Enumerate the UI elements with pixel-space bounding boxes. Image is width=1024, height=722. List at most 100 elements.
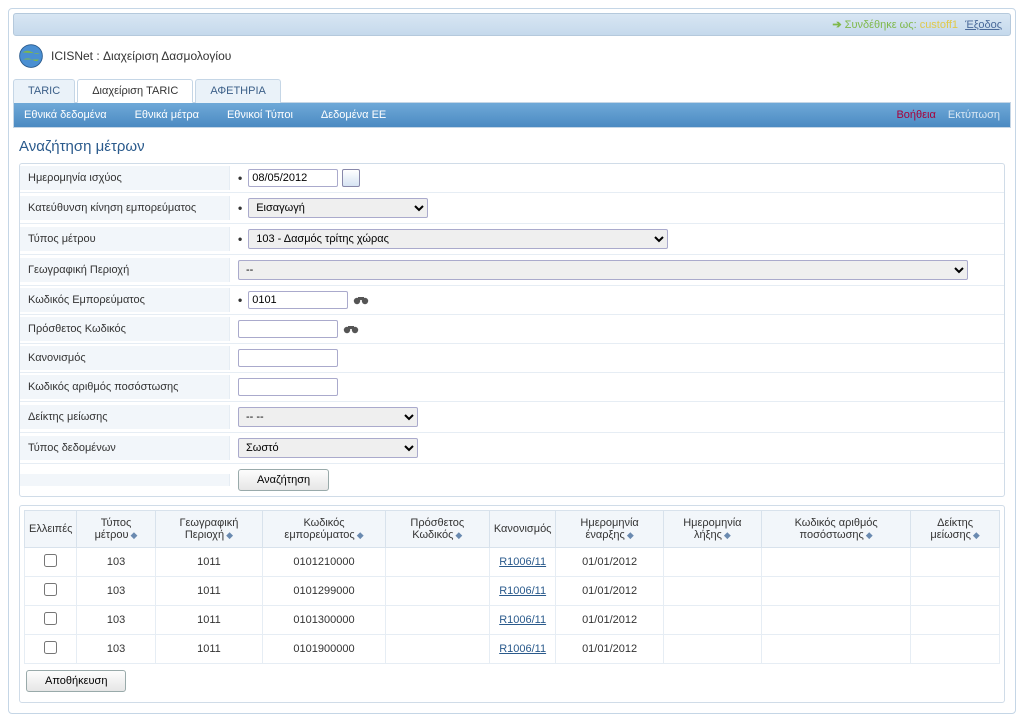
row-search-btn: Αναζήτηση xyxy=(20,464,1004,496)
row-quota-number: Κωδικός αριθμός ποσόστωσης xyxy=(20,373,1004,402)
sort-icon: ◆ xyxy=(357,530,364,540)
sort-icon: ◆ xyxy=(131,530,138,540)
menu-bar: Εθνικά δεδομένα Εθνικά μέτρα Εθνικοί Τύπ… xyxy=(13,103,1011,128)
row-checkbox[interactable] xyxy=(44,583,57,596)
menu-national-types[interactable]: Εθνικοί Τύποι xyxy=(227,109,293,121)
app-frame: ➔ Συνδέθηκε ως: custoff1 Έξοδος ICISNet … xyxy=(8,8,1016,714)
commodity-code-input[interactable] xyxy=(248,291,348,309)
page-title: Αναζήτηση μέτρων xyxy=(13,128,1011,163)
sort-icon: ◆ xyxy=(973,530,980,540)
topbar: ➔ Συνδέθηκε ως: custoff1 Έξοδος xyxy=(13,13,1011,36)
regulation-link[interactable]: R1006/11 xyxy=(499,556,546,568)
cell-measure-type: 103 xyxy=(77,548,155,577)
label-quota-number: Κωδικός αριθμός ποσόστωσης xyxy=(20,375,230,399)
label-additional-code: Πρόσθετος Κωδικός xyxy=(20,317,230,341)
search-button[interactable]: Αναζήτηση xyxy=(238,469,329,491)
col-additional-code[interactable]: Πρόσθετος Κωδικός◆ xyxy=(385,511,489,548)
col-geo-area[interactable]: Γεωγραφική Περιοχή◆ xyxy=(155,511,263,548)
label-measure-type: Τύπος μέτρου xyxy=(20,227,230,251)
row-geo-area: Γεωγραφική Περιοχή -- xyxy=(20,255,1004,286)
table-row: 10310110101210000R1006/1101/01/2012 xyxy=(25,548,1000,577)
cell-end-date xyxy=(663,635,761,664)
row-measure-type: Τύπος μέτρου • 103 - Δασμός τρίτης χώρας xyxy=(20,224,1004,255)
additional-code-input[interactable] xyxy=(238,320,338,338)
label-commodity-code: Κωδικός Εμπορεύματος xyxy=(20,288,230,312)
tab-departure[interactable]: ΑΦΕΤΗΡΙΑ xyxy=(195,79,281,103)
sort-icon: ◆ xyxy=(226,530,233,540)
cell-additional-code xyxy=(385,548,489,577)
validity-date-input[interactable] xyxy=(248,169,338,187)
col-missing[interactable]: Ελλειπές xyxy=(25,511,77,548)
required-mark-icon: • xyxy=(238,232,242,246)
cell-additional-code xyxy=(385,635,489,664)
tab-taric[interactable]: TARIC xyxy=(13,79,75,103)
cell-quota-number xyxy=(762,577,911,606)
measure-type-select[interactable]: 103 - Δασμός τρίτης χώρας xyxy=(248,229,668,249)
cell-measure-type: 103 xyxy=(77,606,155,635)
login-arrow-icon: ➔ xyxy=(832,19,841,31)
menu-help[interactable]: Βοήθεια xyxy=(896,109,935,121)
cell-end-date xyxy=(663,606,761,635)
cell-reduction xyxy=(911,577,1000,606)
table-row: 10310110101300000R1006/1101/01/2012 xyxy=(25,606,1000,635)
col-reduction[interactable]: Δείκτης μείωσης◆ xyxy=(911,511,1000,548)
cell-quota-number xyxy=(762,548,911,577)
row-checkbox[interactable] xyxy=(44,641,57,654)
row-checkbox[interactable] xyxy=(44,554,57,567)
cell-start-date: 01/01/2012 xyxy=(556,577,663,606)
binoculars-icon[interactable] xyxy=(342,321,360,337)
col-start-date[interactable]: Ημερομηνία έναρξης◆ xyxy=(556,511,663,548)
sort-icon: ◆ xyxy=(455,530,462,540)
reduction-select[interactable]: -- -- xyxy=(238,407,418,427)
sort-icon: ◆ xyxy=(627,530,634,540)
col-regulation[interactable]: Κανονισμός xyxy=(489,511,556,548)
col-measure-type[interactable]: Τύπος μέτρου◆ xyxy=(77,511,155,548)
label-reduction: Δείκτης μείωσης xyxy=(20,405,230,429)
menu-national-data[interactable]: Εθνικά δεδομένα xyxy=(24,109,107,121)
cell-quota-number xyxy=(762,635,911,664)
cell-start-date: 01/01/2012 xyxy=(556,635,663,664)
required-mark-icon: • xyxy=(238,201,242,215)
quota-number-input[interactable] xyxy=(238,378,338,396)
calendar-icon[interactable] xyxy=(342,169,360,187)
row-movement-direction: Κατεύθυνση κίνηση εμπορεύματος • Εισαγωγ… xyxy=(20,193,1004,224)
cell-geo-area: 1011 xyxy=(155,606,263,635)
logout-link[interactable]: Έξοδος xyxy=(965,19,1002,31)
cell-commodity-code: 0101900000 xyxy=(263,635,386,664)
globe-icon xyxy=(17,42,45,70)
binoculars-icon[interactable] xyxy=(352,292,370,308)
data-type-select[interactable]: Σωστό xyxy=(238,438,418,458)
menu-national-measures[interactable]: Εθνικά μέτρα xyxy=(135,109,199,121)
cell-end-date xyxy=(663,577,761,606)
label-data-type: Τύπος δεδομένων xyxy=(20,436,230,460)
row-reduction: Δείκτης μείωσης -- -- xyxy=(20,402,1004,433)
tabs: TARIC Διαχείριση TARIC ΑΦΕΤΗΡΙΑ xyxy=(13,78,1011,103)
geo-area-select[interactable]: -- xyxy=(238,260,968,280)
col-quota-number[interactable]: Κωδικός αριθμός ποσόστωσης◆ xyxy=(762,511,911,548)
row-regulation: Κανονισμός xyxy=(20,344,1004,373)
cell-geo-area: 1011 xyxy=(155,577,263,606)
regulation-link[interactable]: R1006/11 xyxy=(499,614,546,626)
cell-commodity-code: 0101210000 xyxy=(263,548,386,577)
col-end-date[interactable]: Ημερομηνία λήξης◆ xyxy=(663,511,761,548)
label-movement-direction: Κατεύθυνση κίνηση εμπορεύματος xyxy=(20,196,230,220)
row-checkbox[interactable] xyxy=(44,612,57,625)
save-button[interactable]: Αποθήκευση xyxy=(26,670,126,692)
regulation-link[interactable]: R1006/11 xyxy=(499,585,546,597)
cell-reduction xyxy=(911,606,1000,635)
cell-reduction xyxy=(911,635,1000,664)
row-commodity-code: Κωδικός Εμπορεύματος • xyxy=(20,286,1004,315)
login-user: custoff1 xyxy=(920,19,958,31)
col-commodity-code[interactable]: Κωδικός εμπορεύματος◆ xyxy=(263,511,386,548)
sort-icon: ◆ xyxy=(724,530,731,540)
movement-direction-select[interactable]: Εισαγωγή xyxy=(248,198,428,218)
label-regulation: Κανονισμός xyxy=(20,346,230,370)
login-label: Συνδέθηκε ως: xyxy=(845,19,917,31)
regulation-link[interactable]: R1006/11 xyxy=(499,643,546,655)
table-row: 10310110101900000R1006/1101/01/2012 xyxy=(25,635,1000,664)
tab-manage-taric[interactable]: Διαχείριση TARIC xyxy=(77,79,193,103)
regulation-input[interactable] xyxy=(238,349,338,367)
label-geo-area: Γεωγραφική Περιοχή xyxy=(20,258,230,282)
menu-eu-data[interactable]: Δεδομένα ΕΕ xyxy=(321,109,386,121)
required-mark-icon: • xyxy=(238,171,242,185)
